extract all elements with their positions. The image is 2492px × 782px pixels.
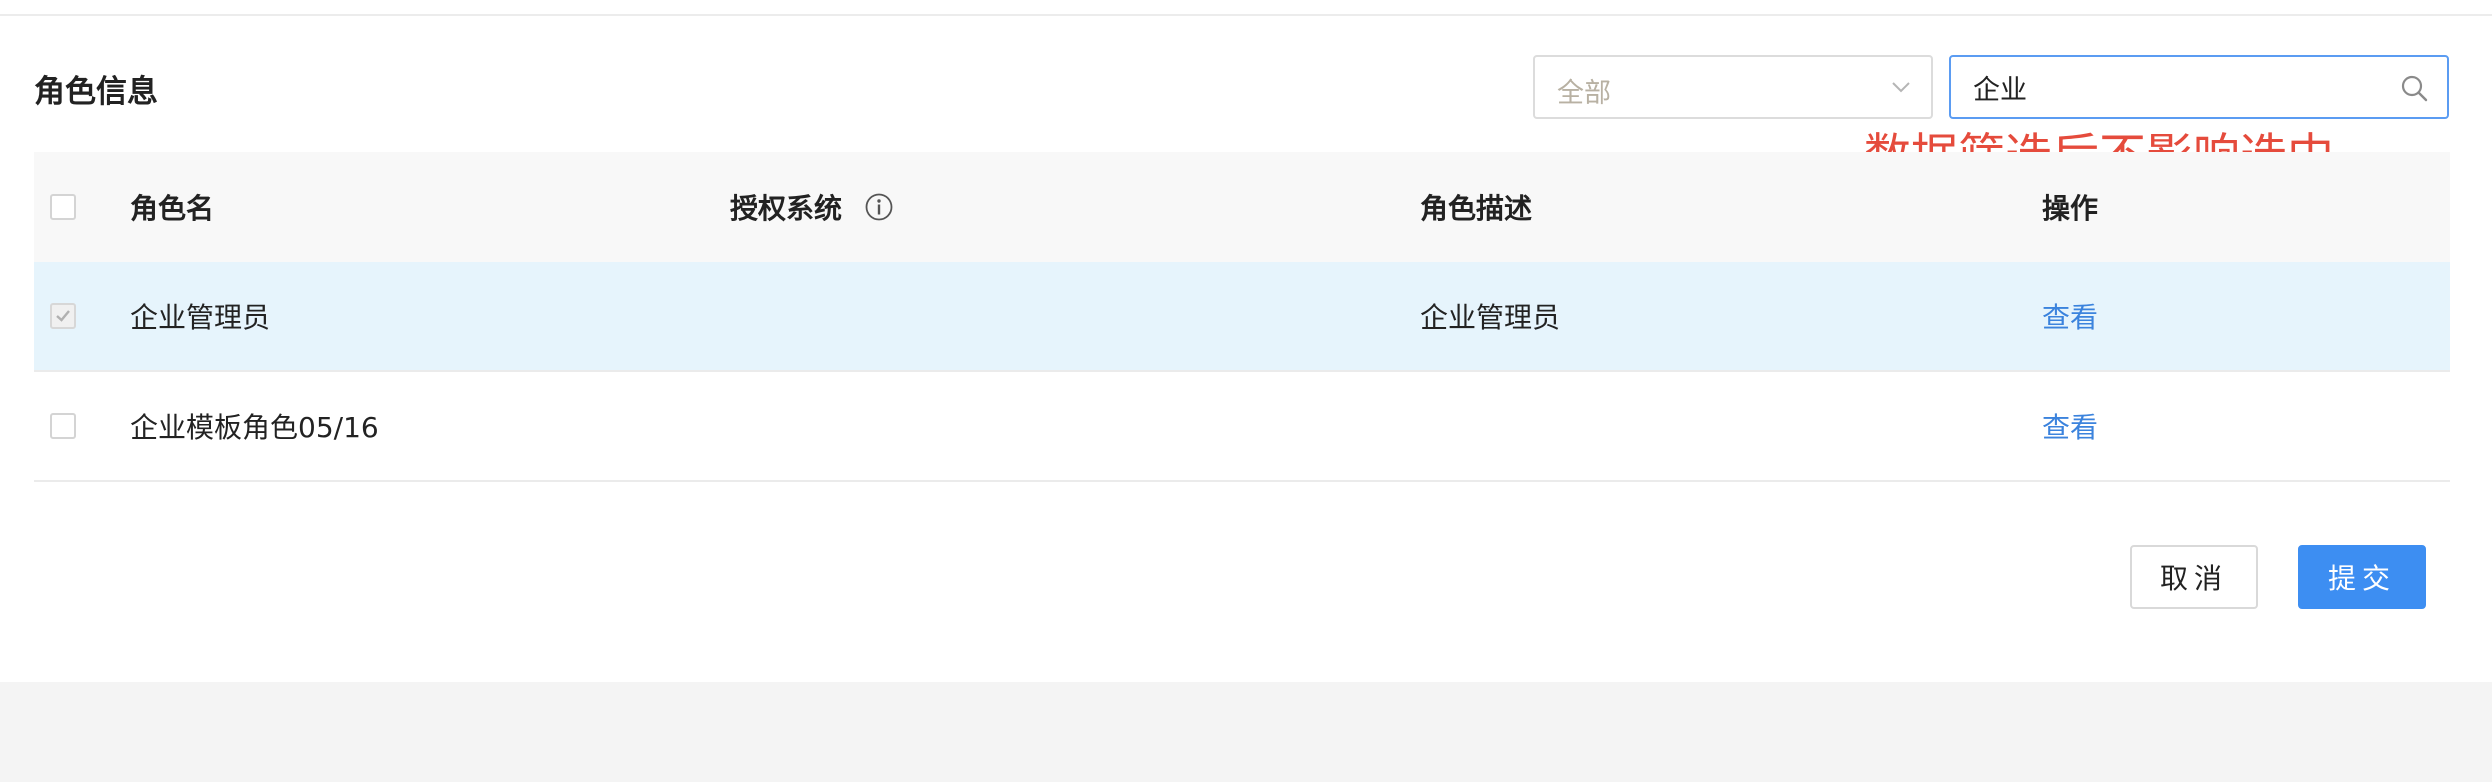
header-auth-system: 授权系统 xyxy=(730,152,894,262)
top-divider xyxy=(0,14,2492,16)
chevron-down-icon xyxy=(1892,82,1910,93)
section-title: 角色信息 xyxy=(34,74,158,110)
header-auth-system-label: 授权系统 xyxy=(730,192,843,225)
footer-background xyxy=(0,682,2492,782)
submit-button[interactable]: 提交 xyxy=(2298,545,2426,609)
table-row[interactable]: 企业模板角色05/16 查看 xyxy=(34,372,2450,482)
search-input[interactable] xyxy=(1973,67,2373,107)
search-box[interactable] xyxy=(1949,55,2449,119)
role-name: 企业管理员 xyxy=(130,301,271,334)
role-name: 企业模板角色05/16 xyxy=(130,411,379,444)
roles-table: 角色名 授权系统 角色描述 操作 企业管理员 企业管理员 查看 企业模板角色05… xyxy=(34,152,2450,482)
header-role-description: 角色描述 xyxy=(1420,192,1533,225)
header-role-name: 角色名 xyxy=(130,192,215,225)
role-description: 企业管理员 xyxy=(1420,301,1561,334)
view-link[interactable]: 查看 xyxy=(2042,406,2098,446)
system-filter-select[interactable]: 全部 xyxy=(1533,55,1933,119)
table-header-row: 角色名 授权系统 角色描述 操作 xyxy=(34,152,2450,262)
select-all-checkbox[interactable] xyxy=(50,194,76,220)
table-row[interactable]: 企业管理员 企业管理员 查看 xyxy=(34,262,2450,372)
header-actions: 操作 xyxy=(2042,192,2099,225)
search-icon[interactable] xyxy=(2399,73,2429,103)
row-checkbox[interactable] xyxy=(50,413,76,439)
select-value: 全部 xyxy=(1557,78,1611,109)
cancel-button[interactable]: 取消 xyxy=(2130,545,2258,609)
view-link[interactable]: 查看 xyxy=(2042,296,2098,336)
info-icon[interactable] xyxy=(864,192,894,222)
row-checkbox[interactable] xyxy=(50,303,76,329)
check-icon xyxy=(56,310,70,322)
